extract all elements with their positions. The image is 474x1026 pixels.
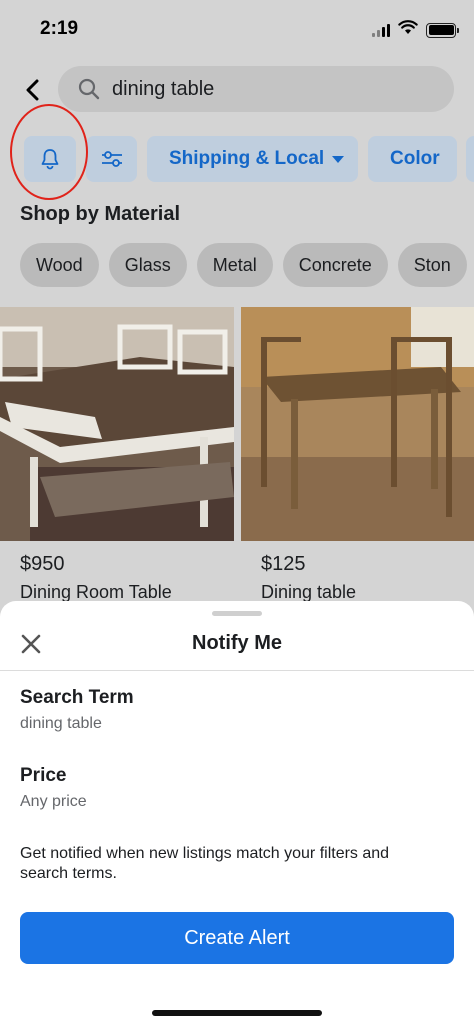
listing-image-1[interactable]	[0, 307, 234, 541]
search-input[interactable]: dining table	[58, 66, 454, 112]
material-chip-glass[interactable]: Glass	[108, 243, 187, 287]
filter-chip-label: Shipping & Local	[169, 148, 325, 169]
status-icons	[372, 20, 459, 40]
search-query: dining table	[112, 77, 215, 100]
filter-chip-color[interactable]: Color	[368, 136, 457, 182]
material-chip-metal[interactable]: Metal	[196, 243, 273, 287]
chevron-down-icon	[332, 155, 345, 163]
material-chip-wood[interactable]: Wood	[20, 243, 99, 287]
notify-me-sheet: Notify Me Search Term dining table Price…	[0, 601, 474, 1026]
material-chip-row: Wood Glass Metal Concrete Ston	[20, 243, 467, 287]
search-term-value: dining table	[20, 715, 102, 732]
listing-title: Dining Room Table	[20, 582, 172, 602]
filter-chip-shipping-local[interactable]: Shipping & Local	[147, 136, 358, 182]
price-label: Price	[20, 765, 67, 786]
listing-price: $125	[261, 553, 306, 575]
search-term-label: Search Term	[20, 687, 134, 708]
notify-bell-button[interactable]	[24, 136, 76, 182]
material-chip-stone[interactable]: Ston	[397, 243, 467, 287]
sheet-title: Notify Me	[192, 632, 282, 654]
filters-button[interactable]	[86, 136, 137, 182]
bell-icon	[41, 149, 59, 170]
wifi-icon	[398, 20, 418, 40]
filter-chip-label: Color	[390, 148, 440, 169]
search-icon	[78, 78, 100, 100]
create-alert-button[interactable]: Create Alert	[20, 912, 454, 964]
listing-price: $950	[20, 553, 65, 575]
notify-hint-text: Get notified when new listings match you…	[20, 845, 390, 882]
status-bar: 2:19	[0, 0, 474, 58]
back-button[interactable]	[18, 76, 46, 104]
status-time: 2:19	[40, 18, 79, 39]
divider	[0, 670, 474, 671]
section-title: Shop by Material	[20, 203, 181, 225]
signal-icon	[372, 23, 390, 37]
battery-icon	[426, 22, 459, 38]
material-chip-concrete[interactable]: Concrete	[282, 243, 388, 287]
price-value: Any price	[20, 793, 87, 810]
filter-sliders-icon	[101, 151, 122, 167]
listing-title: Dining table	[261, 582, 357, 602]
sheet-grabber[interactable]	[212, 611, 262, 616]
home-indicator	[152, 1010, 322, 1016]
filter-chip-partial[interactable]	[466, 136, 474, 182]
back-icon	[26, 79, 39, 101]
filter-chip-row: Shipping & Local Color	[0, 136, 474, 182]
listing-image-2[interactable]	[241, 307, 474, 541]
